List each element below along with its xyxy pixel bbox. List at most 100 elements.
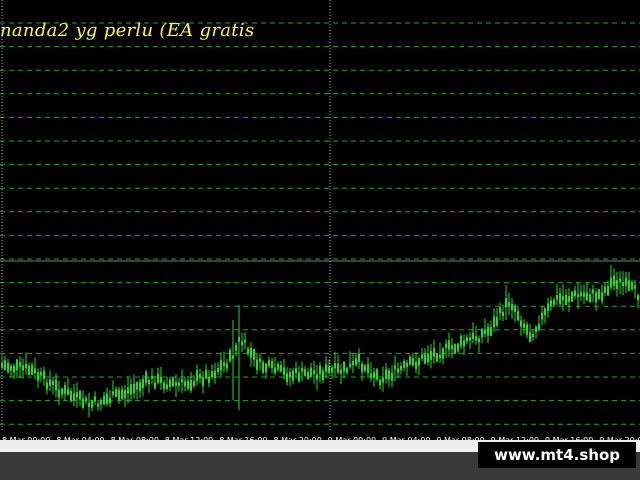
candle-body	[337, 363, 339, 373]
candle-body	[391, 372, 393, 381]
candle-body	[82, 398, 84, 408]
candle-body	[310, 367, 312, 377]
candle-body	[13, 365, 15, 373]
price-chart[interactable]: 8 Mar 00:008 Mar 04:008 Mar 08:008 Mar 1…	[0, 0, 640, 440]
candle-body	[544, 308, 546, 316]
candle-body	[205, 369, 207, 379]
candle-body	[199, 374, 201, 379]
candle-body	[610, 277, 612, 288]
candle-body	[349, 363, 351, 367]
candle-body	[64, 385, 66, 395]
candle-body	[412, 357, 414, 366]
candle-body	[355, 358, 357, 366]
candle-body	[94, 396, 96, 402]
candle-body	[4, 360, 6, 371]
candle-body	[316, 374, 318, 380]
candle-body	[322, 370, 324, 381]
candle-body	[448, 340, 450, 350]
candle-body	[451, 345, 453, 350]
candle-body	[61, 388, 63, 395]
candle-body	[325, 364, 327, 373]
candle-body	[478, 338, 480, 342]
candle-body	[403, 361, 405, 368]
candle-body	[586, 292, 588, 301]
watermark-badge: www.mt4.shop	[478, 442, 636, 468]
candle-body	[298, 372, 300, 382]
candle-body	[502, 312, 504, 317]
candle-body	[202, 377, 204, 386]
candle-body	[385, 369, 387, 379]
candle-body	[10, 366, 12, 371]
candle-body	[43, 370, 45, 379]
candle-body	[424, 354, 426, 364]
candle-body	[73, 393, 75, 400]
candle-body	[283, 367, 285, 375]
candle-body	[46, 382, 48, 390]
candle-body	[571, 291, 573, 302]
candle-body	[400, 365, 402, 371]
candle-body	[295, 368, 297, 373]
candle-body	[490, 327, 492, 336]
candle-body	[484, 329, 486, 335]
candle-body	[535, 326, 537, 333]
candle-body	[442, 348, 444, 359]
candle-body	[334, 363, 336, 369]
candle-body	[52, 380, 54, 385]
candle-body	[277, 364, 279, 370]
candle-body	[196, 370, 198, 381]
candle-body	[235, 344, 237, 351]
candle-body	[580, 292, 582, 297]
candle-body	[97, 403, 99, 407]
candle-body	[181, 379, 183, 383]
candle-body	[274, 367, 276, 374]
candle-body	[427, 354, 429, 363]
candle-body	[49, 379, 51, 386]
candle-body	[619, 278, 621, 282]
candle-body	[166, 384, 168, 389]
candle-body	[304, 369, 306, 376]
candle-body	[31, 364, 33, 375]
candle-body	[211, 371, 213, 378]
candle-body	[583, 292, 585, 297]
candle-body	[463, 340, 465, 347]
candle-body	[145, 372, 147, 383]
candle-body	[508, 302, 510, 307]
candle-body	[370, 373, 372, 378]
candle-body	[361, 363, 363, 373]
candle-body	[493, 316, 495, 328]
candle-body	[253, 348, 255, 360]
candle-body	[364, 365, 366, 371]
candle-body	[331, 367, 333, 373]
candle-body	[193, 381, 195, 386]
candle-body	[379, 379, 381, 386]
candle-body	[286, 373, 288, 383]
candle-body	[466, 337, 468, 342]
candle-body	[241, 341, 243, 346]
candle-body	[133, 383, 135, 394]
candle-body	[184, 381, 186, 387]
candle-body	[172, 377, 174, 387]
candle-body	[112, 391, 114, 395]
candle-body	[595, 292, 597, 303]
candle-body	[163, 382, 165, 389]
candle-body	[637, 295, 639, 300]
candle-body	[628, 280, 630, 291]
candle-body	[343, 361, 345, 372]
candle-body	[121, 389, 123, 400]
candle-body	[232, 355, 234, 359]
candle-body	[265, 363, 267, 373]
candle-body	[550, 300, 552, 306]
candle-body	[547, 303, 549, 311]
candle-body	[58, 389, 60, 398]
candle-body	[439, 354, 441, 359]
chart-canvas: 8 Mar 00:008 Mar 04:008 Mar 08:008 Mar 1…	[0, 0, 640, 440]
candle-body	[256, 359, 258, 370]
candle-body	[85, 398, 87, 402]
candle-body	[175, 382, 177, 386]
candle-body	[562, 296, 564, 301]
candle-body	[103, 395, 105, 405]
candle-body	[328, 366, 330, 373]
candle-body	[604, 286, 606, 293]
candle-body	[289, 372, 291, 378]
candle-body	[190, 379, 192, 391]
